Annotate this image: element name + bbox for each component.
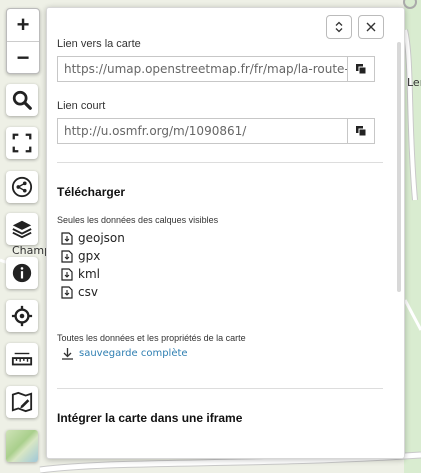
locate-icon [11, 305, 33, 327]
format-label: kml [78, 267, 100, 281]
edit-map-button[interactable] [6, 386, 38, 418]
short-link-input[interactable]: http://u.osmfr.org/m/1090861/ [57, 118, 347, 144]
search-icon [12, 90, 32, 110]
copy-icon [356, 126, 367, 137]
file-download-icon [61, 249, 73, 263]
share-button[interactable] [6, 171, 38, 203]
download-csv[interactable]: csv [61, 283, 383, 301]
map-label-ler: Ler [407, 76, 421, 89]
map-link-label: Lien vers la carte [57, 38, 141, 50]
fullscreen-icon [12, 133, 32, 153]
locate-button[interactable] [6, 300, 38, 332]
measure-icon [11, 352, 33, 366]
short-link-row: http://u.osmfr.org/m/1090861/ [57, 118, 383, 144]
format-label: csv [78, 285, 98, 299]
panel-actions [326, 15, 384, 39]
map-link-input[interactable]: https://umap.openstreetmap.fr/fr/map/la-… [57, 56, 347, 82]
zoom-out-button[interactable]: − [7, 41, 39, 74]
fullscreen-button[interactable] [6, 127, 38, 159]
zoom-control: + − [6, 8, 40, 74]
edit-map-icon [11, 391, 33, 413]
full-backup-link[interactable]: sauvegarde complète [61, 347, 383, 360]
close-icon [366, 22, 376, 32]
download-title: Télécharger [57, 185, 126, 199]
info-button[interactable] [6, 257, 38, 289]
info-icon [12, 263, 32, 283]
copy-icon [356, 64, 367, 75]
copy-short-link-button[interactable] [347, 118, 375, 144]
map-link-row: https://umap.openstreetmap.fr/fr/map/la-… [57, 56, 383, 82]
expand-collapse-icon [335, 21, 343, 33]
download-kml[interactable]: kml [61, 265, 383, 283]
file-download-icon [61, 267, 73, 281]
all-data-note: Toutes les données et les propriétés de … [57, 333, 246, 343]
search-button[interactable] [6, 84, 38, 116]
download-geojson[interactable]: geojson [61, 229, 383, 247]
panel-close-button[interactable] [358, 15, 384, 39]
visible-layers-note: Seules les données des calques visibles [57, 215, 219, 225]
format-label: geojson [78, 231, 125, 245]
share-icon [11, 176, 33, 198]
panel-scrollbar[interactable] [397, 42, 401, 292]
layers-icon [12, 220, 32, 239]
panel-content: Lien vers la carte https://umap.openstre… [57, 38, 383, 425]
file-download-icon [61, 285, 73, 299]
copy-map-link-button[interactable] [347, 56, 375, 82]
short-link-label: Lien court [57, 100, 106, 112]
layers-button[interactable] [6, 213, 38, 245]
measure-button[interactable] [6, 343, 38, 375]
download-gpx[interactable]: gpx [61, 247, 383, 265]
download-icon [62, 348, 73, 360]
iframe-title: Intégrer la carte dans une iframe [57, 411, 243, 425]
full-backup-label: sauvegarde complète [79, 348, 188, 359]
zoom-in-button[interactable]: + [7, 9, 39, 41]
divider [57, 388, 383, 389]
divider [57, 162, 383, 163]
panel-resize-button[interactable] [326, 15, 352, 39]
share-panel: Lien vers la carte https://umap.openstre… [46, 7, 405, 459]
file-download-icon [61, 231, 73, 245]
format-label: gpx [78, 249, 101, 263]
minimap-thumbnail[interactable] [6, 430, 38, 462]
